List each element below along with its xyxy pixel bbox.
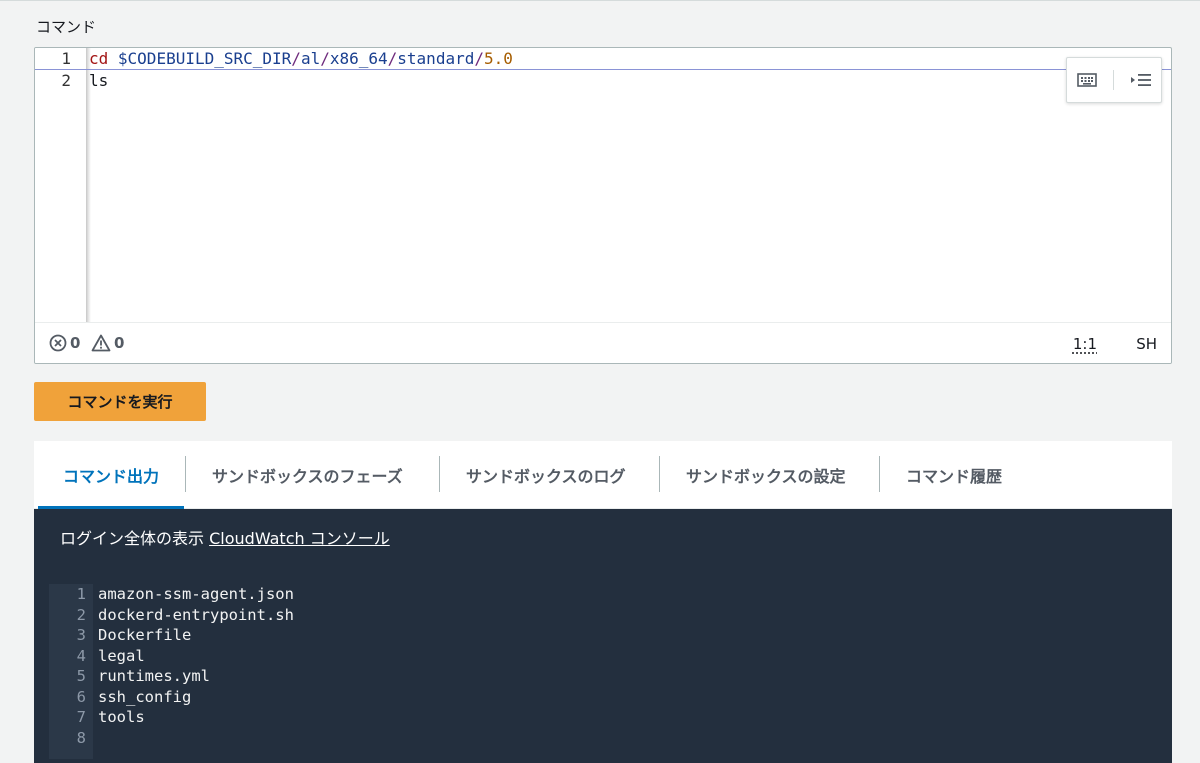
error-count-value: 0 — [70, 334, 81, 352]
code-token: 5.0 — [483, 49, 513, 68]
line-number: 2 — [61, 71, 71, 90]
editor-status-bar: 0 0 1:1 SH — [35, 322, 1171, 363]
output-line: 5 runtimes.yml — [49, 666, 210, 687]
tab-label: コマンド出力 — [62, 467, 159, 486]
tab-label: サンドボックスの設定 — [686, 467, 846, 486]
tab-label: コマンド履歴 — [906, 467, 1003, 486]
tab-sandbox-phases[interactable]: サンドボックスのフェーズ — [212, 441, 403, 509]
tab-command-output[interactable]: コマンド出力 — [36, 441, 186, 509]
tab-sandbox-logs[interactable]: サンドボックスのログ — [466, 441, 626, 509]
tab-label: サンドボックスのフェーズ — [212, 467, 403, 486]
output-line-number: 1 — [76, 585, 86, 603]
keyboard-icon — [1077, 73, 1097, 87]
editor-toolbar — [1066, 57, 1162, 103]
output-line-number: 4 — [76, 646, 86, 665]
code-token: al — [300, 49, 321, 68]
top-border — [0, 0, 1200, 1]
code-token: / — [474, 49, 484, 68]
command-output-panel: ログイン全体の表示 CloudWatch コンソール 1 amazon-ssm-a… — [34, 509, 1172, 763]
run-command-button[interactable]: コマンドを実行 — [34, 382, 206, 421]
error-count[interactable]: 0 — [49, 334, 80, 352]
output-line-number: 7 — [76, 708, 86, 726]
output-line: 3 Dockerfile — [49, 625, 192, 646]
code-token: / — [291, 49, 301, 68]
toolbar-divider — [1113, 70, 1115, 90]
tab-separator — [439, 456, 440, 492]
output-line-number: 8 — [76, 728, 86, 747]
output-line-text: legal — [98, 646, 145, 665]
code-line[interactable]: ls — [89, 70, 108, 92]
tab-sandbox-settings[interactable]: サンドボックスの設定 — [686, 441, 846, 509]
cloudwatch-note-text: ログイン全体の表示 — [60, 529, 205, 548]
language-mode: SH — [1136, 335, 1157, 353]
indent-button[interactable] — [1128, 67, 1154, 93]
output-line: 6 ssh_config — [49, 687, 192, 708]
output-line-text: runtimes.yml — [98, 667, 210, 685]
keyboard-button[interactable] — [1074, 67, 1100, 93]
output-line-text: amazon-ssm-agent.json — [98, 585, 294, 603]
tab-separator — [659, 456, 660, 492]
indent-icon — [1131, 74, 1152, 86]
output-line-number: 5 — [76, 667, 86, 685]
tab-label: サンドボックスのログ — [466, 467, 626, 486]
warning-count[interactable]: 0 — [91, 334, 124, 352]
output-line-text: dockerd-entrypoint.sh — [98, 605, 294, 624]
tab-separator — [185, 456, 186, 492]
output-line: 7 tools — [49, 707, 145, 728]
code-token: x86_64 — [329, 49, 388, 68]
tab-command-history[interactable]: コマンド履歴 — [906, 441, 1002, 509]
output-line-text: Dockerfile — [98, 626, 192, 644]
output-line: 2 dockerd-entrypoint.sh — [49, 605, 294, 626]
tab-separator — [879, 456, 880, 492]
output-tabs: コマンド出力 サンドボックスのフェーズ サンドボックスのログ サンドボックスの設… — [34, 441, 1172, 509]
output-line-number: 3 — [76, 626, 86, 644]
output-line-number: 2 — [76, 605, 86, 624]
editor-gutter: 1 2 — [35, 48, 87, 322]
output-line-number: 6 — [76, 687, 86, 706]
code-token: $CODEBUILD_SRC_DIR — [117, 49, 292, 68]
output-line: 1 amazon-ssm-agent.json — [49, 584, 294, 605]
code-token: ls — [89, 71, 109, 90]
output-line-text: tools — [98, 708, 145, 726]
code-token: / — [320, 49, 330, 68]
error-circle-icon — [49, 334, 67, 352]
cloudwatch-note: ログイン全体の表示 CloudWatch コンソール — [60, 525, 390, 549]
code-token: cd — [89, 49, 109, 68]
cloudwatch-console-link[interactable]: CloudWatch コンソール — [209, 529, 390, 548]
cursor-position[interactable]: 1:1 — [1073, 335, 1097, 353]
warning-count-value: 0 — [114, 334, 125, 352]
command-section-label: コマンド — [36, 18, 97, 36]
code-line[interactable]: cd $CODEBUILD_SRC_DIR/al/x86_64/standard… — [89, 48, 513, 70]
warning-triangle-icon — [91, 334, 111, 352]
code-token: standard — [397, 49, 475, 68]
output-line: 8 — [49, 728, 98, 749]
code-token: / — [387, 49, 398, 68]
output-line: 4 legal — [49, 646, 145, 667]
command-editor[interactable]: 1 2 cd $CODEBUILD_SRC_DIR/al/x86_64/stan… — [34, 47, 1172, 364]
output-line-text: ssh_config — [98, 687, 192, 706]
